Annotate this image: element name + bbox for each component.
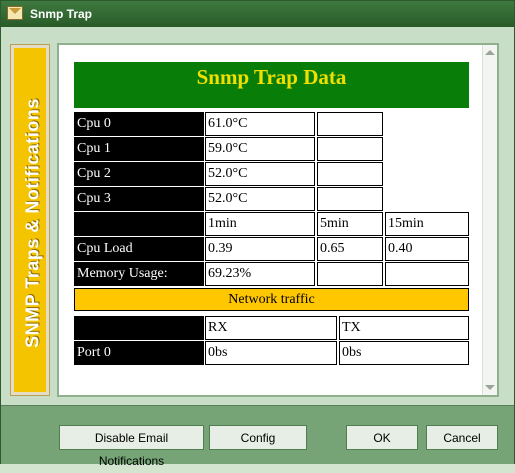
ok-button[interactable]: OK — [346, 425, 418, 450]
cpu-0-extra — [317, 112, 383, 136]
snmp-trap-window: Snmp Trap SNMP Traps & Notifications Snm… — [0, 0, 515, 468]
cpu-3-value: 52.0°C — [205, 187, 315, 211]
scroll-down-icon[interactable] — [485, 385, 495, 390]
disable-email-notifications-button[interactable]: Disable Email Notifications — [59, 425, 204, 468]
load-header-5min: 5min — [317, 212, 383, 236]
cpu-1-label: Cpu 1 — [74, 137, 204, 161]
cpu-3-extra — [317, 187, 383, 211]
cpu-load-label: Cpu Load — [74, 237, 204, 261]
envelope-icon — [7, 6, 23, 20]
memory-value: 69.23% — [205, 262, 315, 286]
load-header-blank — [74, 212, 204, 236]
network-header-blank — [74, 316, 204, 340]
cpu-1-value: 59.0°C — [205, 137, 315, 161]
vertical-scrollbar[interactable] — [482, 45, 497, 395]
load-header-1min: 1min — [205, 212, 315, 236]
side-banner: SNMP Traps & Notifications — [10, 44, 50, 396]
cpu-1-extra — [317, 137, 383, 161]
cpu-load-15min: 0.40 — [385, 237, 469, 261]
network-header-rx: RX — [205, 316, 337, 340]
cpu-2-label: Cpu 2 — [74, 162, 204, 186]
data-heading: Snmp Trap Data — [74, 62, 469, 108]
cpu-0-value: 61.0°C — [205, 112, 315, 136]
window-title: Snmp Trap — [30, 7, 93, 21]
cpu-3-label: Cpu 3 — [74, 187, 204, 211]
scroll-up-icon[interactable] — [485, 50, 495, 55]
cpu-load-5min: 0.65 — [317, 237, 383, 261]
cpu-0-label: Cpu 0 — [74, 112, 204, 136]
config-button[interactable]: Config — [209, 425, 307, 450]
client-area: SNMP Traps & Notifications Snmp Trap Dat… — [1, 27, 514, 468]
port-0-label: Port 0 — [74, 341, 204, 365]
memory-extra-1 — [317, 262, 383, 286]
button-panel: Disable Email Notifications Config OK Ca… — [1, 405, 514, 468]
memory-label: Memory Usage: — [74, 262, 204, 286]
port-0-rx: 0bs — [205, 341, 337, 365]
cpu-2-extra — [317, 162, 383, 186]
title-bar[interactable]: Snmp Trap — [1, 1, 514, 27]
network-header-tx: TX — [339, 316, 469, 340]
network-traffic-heading: Network traffic — [74, 288, 469, 311]
load-header-15min: 15min — [385, 212, 469, 236]
snmp-data-table: Snmp Trap Data Cpu 0 61.0°C Cpu 1 59.0°C… — [74, 62, 469, 382]
port-0-tx: 0bs — [339, 341, 469, 365]
cancel-button[interactable]: Cancel — [426, 425, 498, 450]
side-banner-text: SNMP Traps & Notifications — [22, 98, 43, 348]
cpu-load-1min: 0.39 — [205, 237, 315, 261]
memory-extra-2 — [385, 262, 469, 286]
content-frame: Snmp Trap Data Cpu 0 61.0°C Cpu 1 59.0°C… — [57, 43, 499, 397]
cpu-2-value: 52.0°C — [205, 162, 315, 186]
